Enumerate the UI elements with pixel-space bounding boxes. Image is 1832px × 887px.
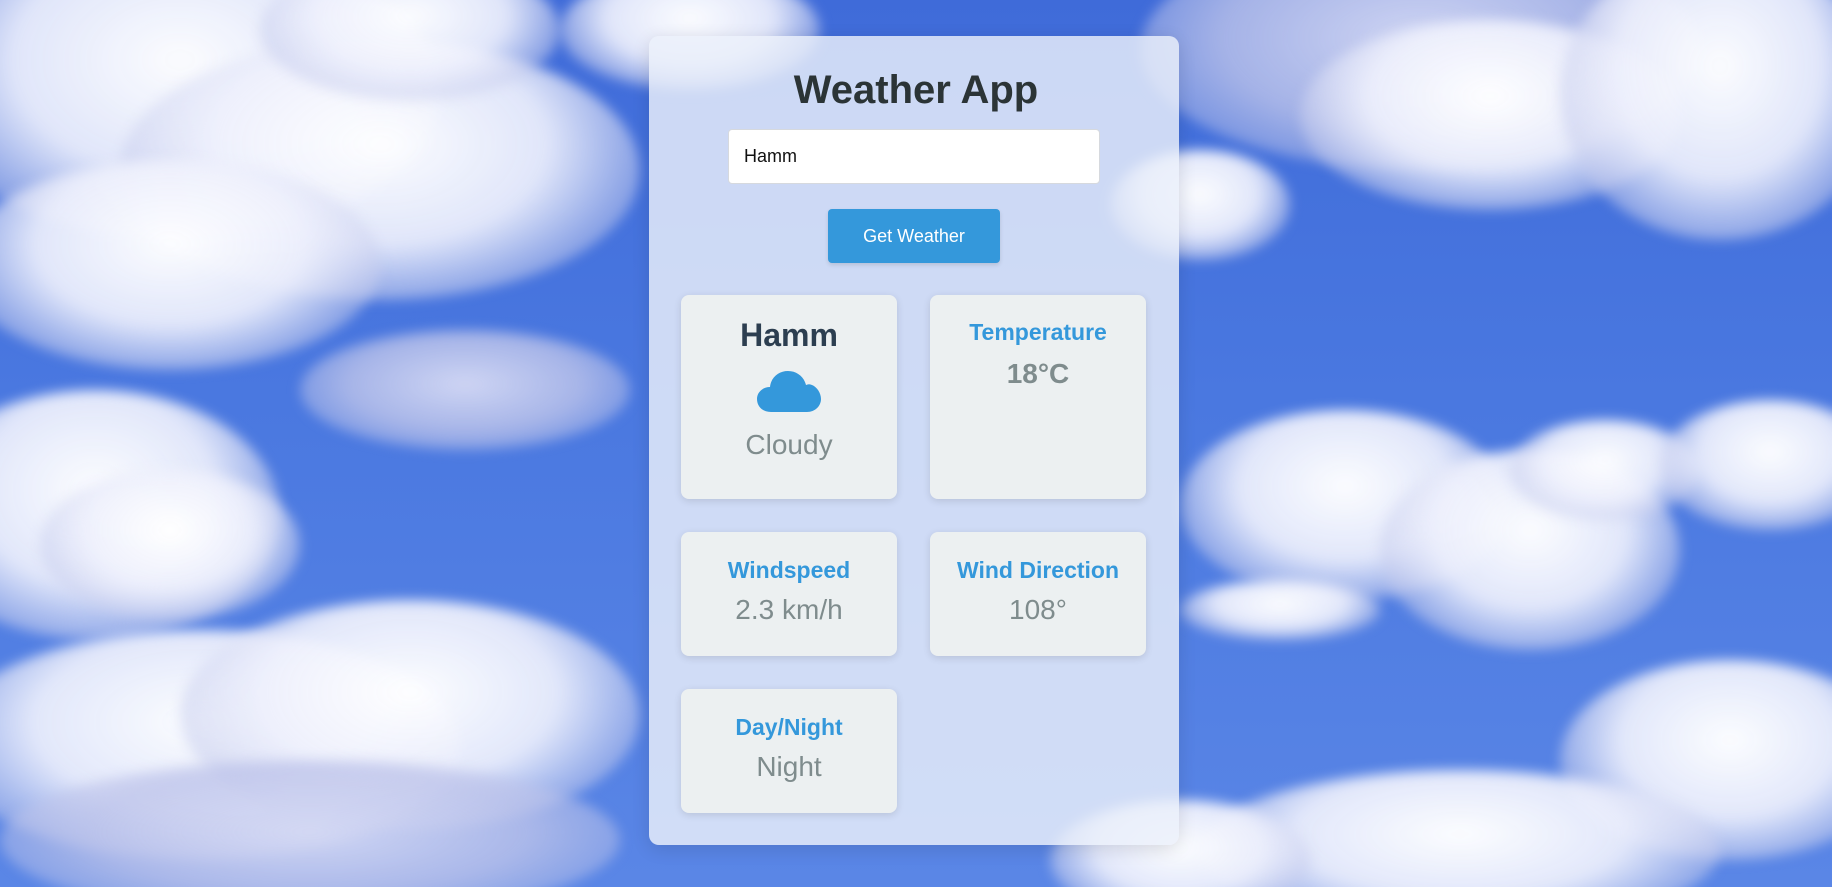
location-card: Hamm Cloudy (681, 295, 897, 499)
windspeed-card: Windspeed 2.3 km/h (681, 532, 897, 656)
cloud-icon (757, 371, 821, 412)
temperature-label: Temperature (969, 319, 1107, 345)
day-night-value: Night (756, 751, 822, 782)
city-search-input[interactable] (728, 129, 1100, 184)
temperature-card: Temperature 18°C (930, 295, 1146, 499)
wind-direction-card: Wind Direction 108° (930, 532, 1146, 656)
weather-condition: Cloudy (745, 429, 833, 460)
temperature-value: 18°C (1006, 358, 1070, 389)
windspeed-label: Windspeed (727, 557, 851, 583)
wind-direction-label: Wind Direction (956, 557, 1120, 583)
day-night-card: Day/Night Night (681, 689, 897, 813)
day-night-label: Day/Night (735, 714, 843, 740)
page-title: Weather App (793, 68, 1039, 112)
windspeed-value: 2.3 km/h (735, 594, 843, 625)
wind-direction-value: 108° (1009, 594, 1067, 625)
city-name: Hamm (740, 317, 838, 353)
get-weather-button[interactable]: Get Weather (828, 209, 1000, 263)
